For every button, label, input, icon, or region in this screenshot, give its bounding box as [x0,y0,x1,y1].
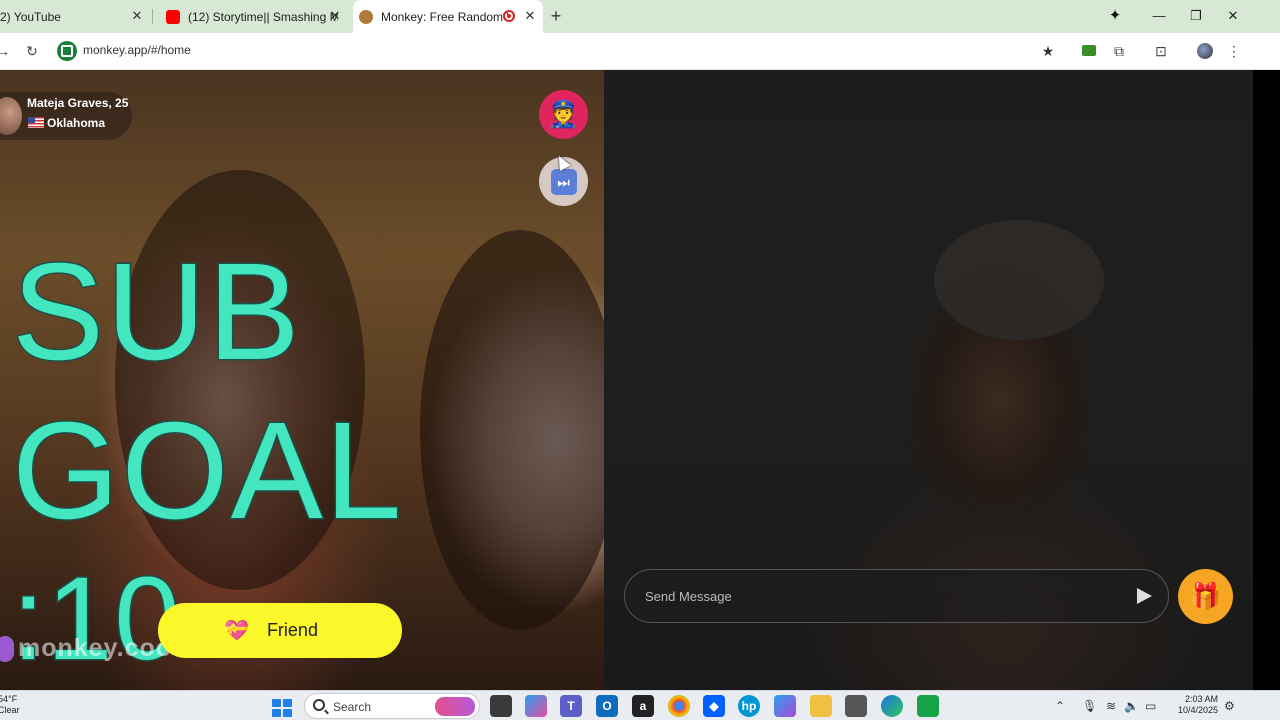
police-officer-icon: 👮 [547,99,580,129]
tab-youtube[interactable]: 2) YouTube ✕ [0,0,150,33]
close-tab-icon[interactable]: ✕ [328,9,342,23]
recording-icon [503,10,515,22]
menu-kebab-icon[interactable]: ⋮ [1225,42,1243,60]
youtube-icon [166,9,180,24]
browser-toolbar: → ↻ monkey.app/#/home ★ ⧉ ⊡ ⋮ [0,33,1280,70]
stranger-info-chip: Mateja Graves, 25 Oklahoma [0,92,132,140]
weather-widget[interactable]: 54°F Clear [0,694,20,716]
outlook-icon[interactable]: O [596,695,618,717]
monkey-logo-icon [0,636,14,662]
screen: 2) YouTube ✕ (12) Storytime|| Smashing M… [0,0,1280,720]
tab-storytime[interactable]: (12) Storytime|| Smashing My E ✕ [158,0,348,33]
address-bar[interactable]: monkey.app/#/home [52,37,1260,65]
tab-divider [152,9,153,24]
amazon-icon[interactable]: a [632,695,654,717]
gemini-icon[interactable]: ✦ [1106,7,1124,25]
tab-search-icon[interactable]: ⊡ [1152,42,1170,60]
close-tab-icon[interactable]: ✕ [130,9,144,23]
notifications-icon[interactable]: ⚙ [1224,698,1235,714]
tab-title: (12) Storytime|| Smashing My E [188,9,338,24]
start-button[interactable] [272,699,292,717]
copilot-365-icon[interactable] [774,695,796,717]
taskbar-search[interactable]: Search [304,693,480,719]
reload-icon[interactable]: ↻ [23,42,41,60]
microphone-icon[interactable]: 🎙 [1082,698,1097,714]
report-button[interactable]: 👮 [539,90,588,139]
forward-icon[interactable]: → [0,42,12,60]
search-highlight-art [435,697,475,716]
sub-goal-overlay-line1: SUB [11,235,302,389]
heart-gift-icon: 💝 [224,620,249,642]
file-explorer-icon[interactable] [810,695,832,717]
restore-icon[interactable]: ❐ [1184,6,1208,26]
gift-button[interactable]: 🎁 [1178,569,1233,624]
bookmark-star-icon[interactable]: ★ [1039,42,1057,60]
url-text: monkey.app/#/home [83,43,191,57]
stranger-location: Oklahoma [47,116,106,130]
search-icon [313,699,325,711]
site-info-icon[interactable] [57,41,77,61]
browser-tab-strip: 2) YouTube ✕ (12) Storytime|| Smashing M… [0,0,1280,33]
time: 2:03 AM [1184,694,1218,704]
clock[interactable]: 2:03 AM 10/4/2025 [1170,694,1218,716]
monkey-icon [359,9,373,24]
battery-icon[interactable]: ▭ [1145,698,1156,714]
wifi-icon[interactable]: ≋ [1106,698,1116,714]
app-icon[interactable] [917,695,939,717]
add-friend-button[interactable]: 💝 Friend [158,603,402,658]
gift-icon: 🎁 [1189,581,1222,611]
close-tab-icon[interactable]: ✕ [523,9,537,23]
dropbox-icon[interactable]: ◆ [703,695,725,717]
window-edge [1253,70,1280,690]
friend-label: Friend [266,620,318,640]
date: 10/4/2025 [1177,705,1218,715]
tab-monkey[interactable]: Monkey: Free Random Vide ✕ [353,0,543,33]
task-view-icon[interactable] [490,695,512,717]
minimize-icon[interactable]: — [1147,6,1171,26]
chrome-icon[interactable] [668,695,690,717]
video-shadow [420,230,604,630]
search-label: Search [333,700,372,714]
tab-title: Monkey: Free Random Vide [381,9,509,24]
avatar [0,97,22,135]
next-track-icon: ⏭ [550,168,577,195]
weather-temp: 54°F [0,694,18,704]
store-icon[interactable] [845,695,867,717]
extension-card-icon[interactable] [1080,42,1098,60]
volume-icon[interactable]: 🔈 [1124,698,1139,714]
stranger-name: Mateja Graves, 25 [27,96,129,110]
tab-title: 2) YouTube [0,9,61,24]
windows-taskbar: 54°F Clear Search T O a ◆ hp ⌃ 🎙 ≋ 🔈 ▭ 2… [0,690,1280,720]
video-shadow [934,220,1104,340]
watermark-text: monkey.coo [18,634,173,662]
weather-condition: Clear [0,705,20,715]
extensions-puzzle-icon[interactable]: ⧉ [1110,42,1128,60]
close-window-icon[interactable]: ✕ [1221,6,1245,26]
teams-icon[interactable]: T [560,695,582,717]
send-icon[interactable] [1137,588,1152,604]
us-flag-icon [28,117,44,128]
copilot-icon[interactable] [525,695,547,717]
message-input[interactable] [645,586,1105,606]
profile-avatar-icon[interactable] [1196,42,1214,60]
message-bar [624,569,1169,623]
tray-chevron-icon[interactable]: ⌃ [1055,698,1065,714]
new-tab-icon[interactable]: + [547,7,565,25]
sub-goal-overlay-line2: GOAL [10,394,404,548]
hp-icon[interactable]: hp [738,695,760,717]
edge-icon[interactable] [881,695,903,717]
